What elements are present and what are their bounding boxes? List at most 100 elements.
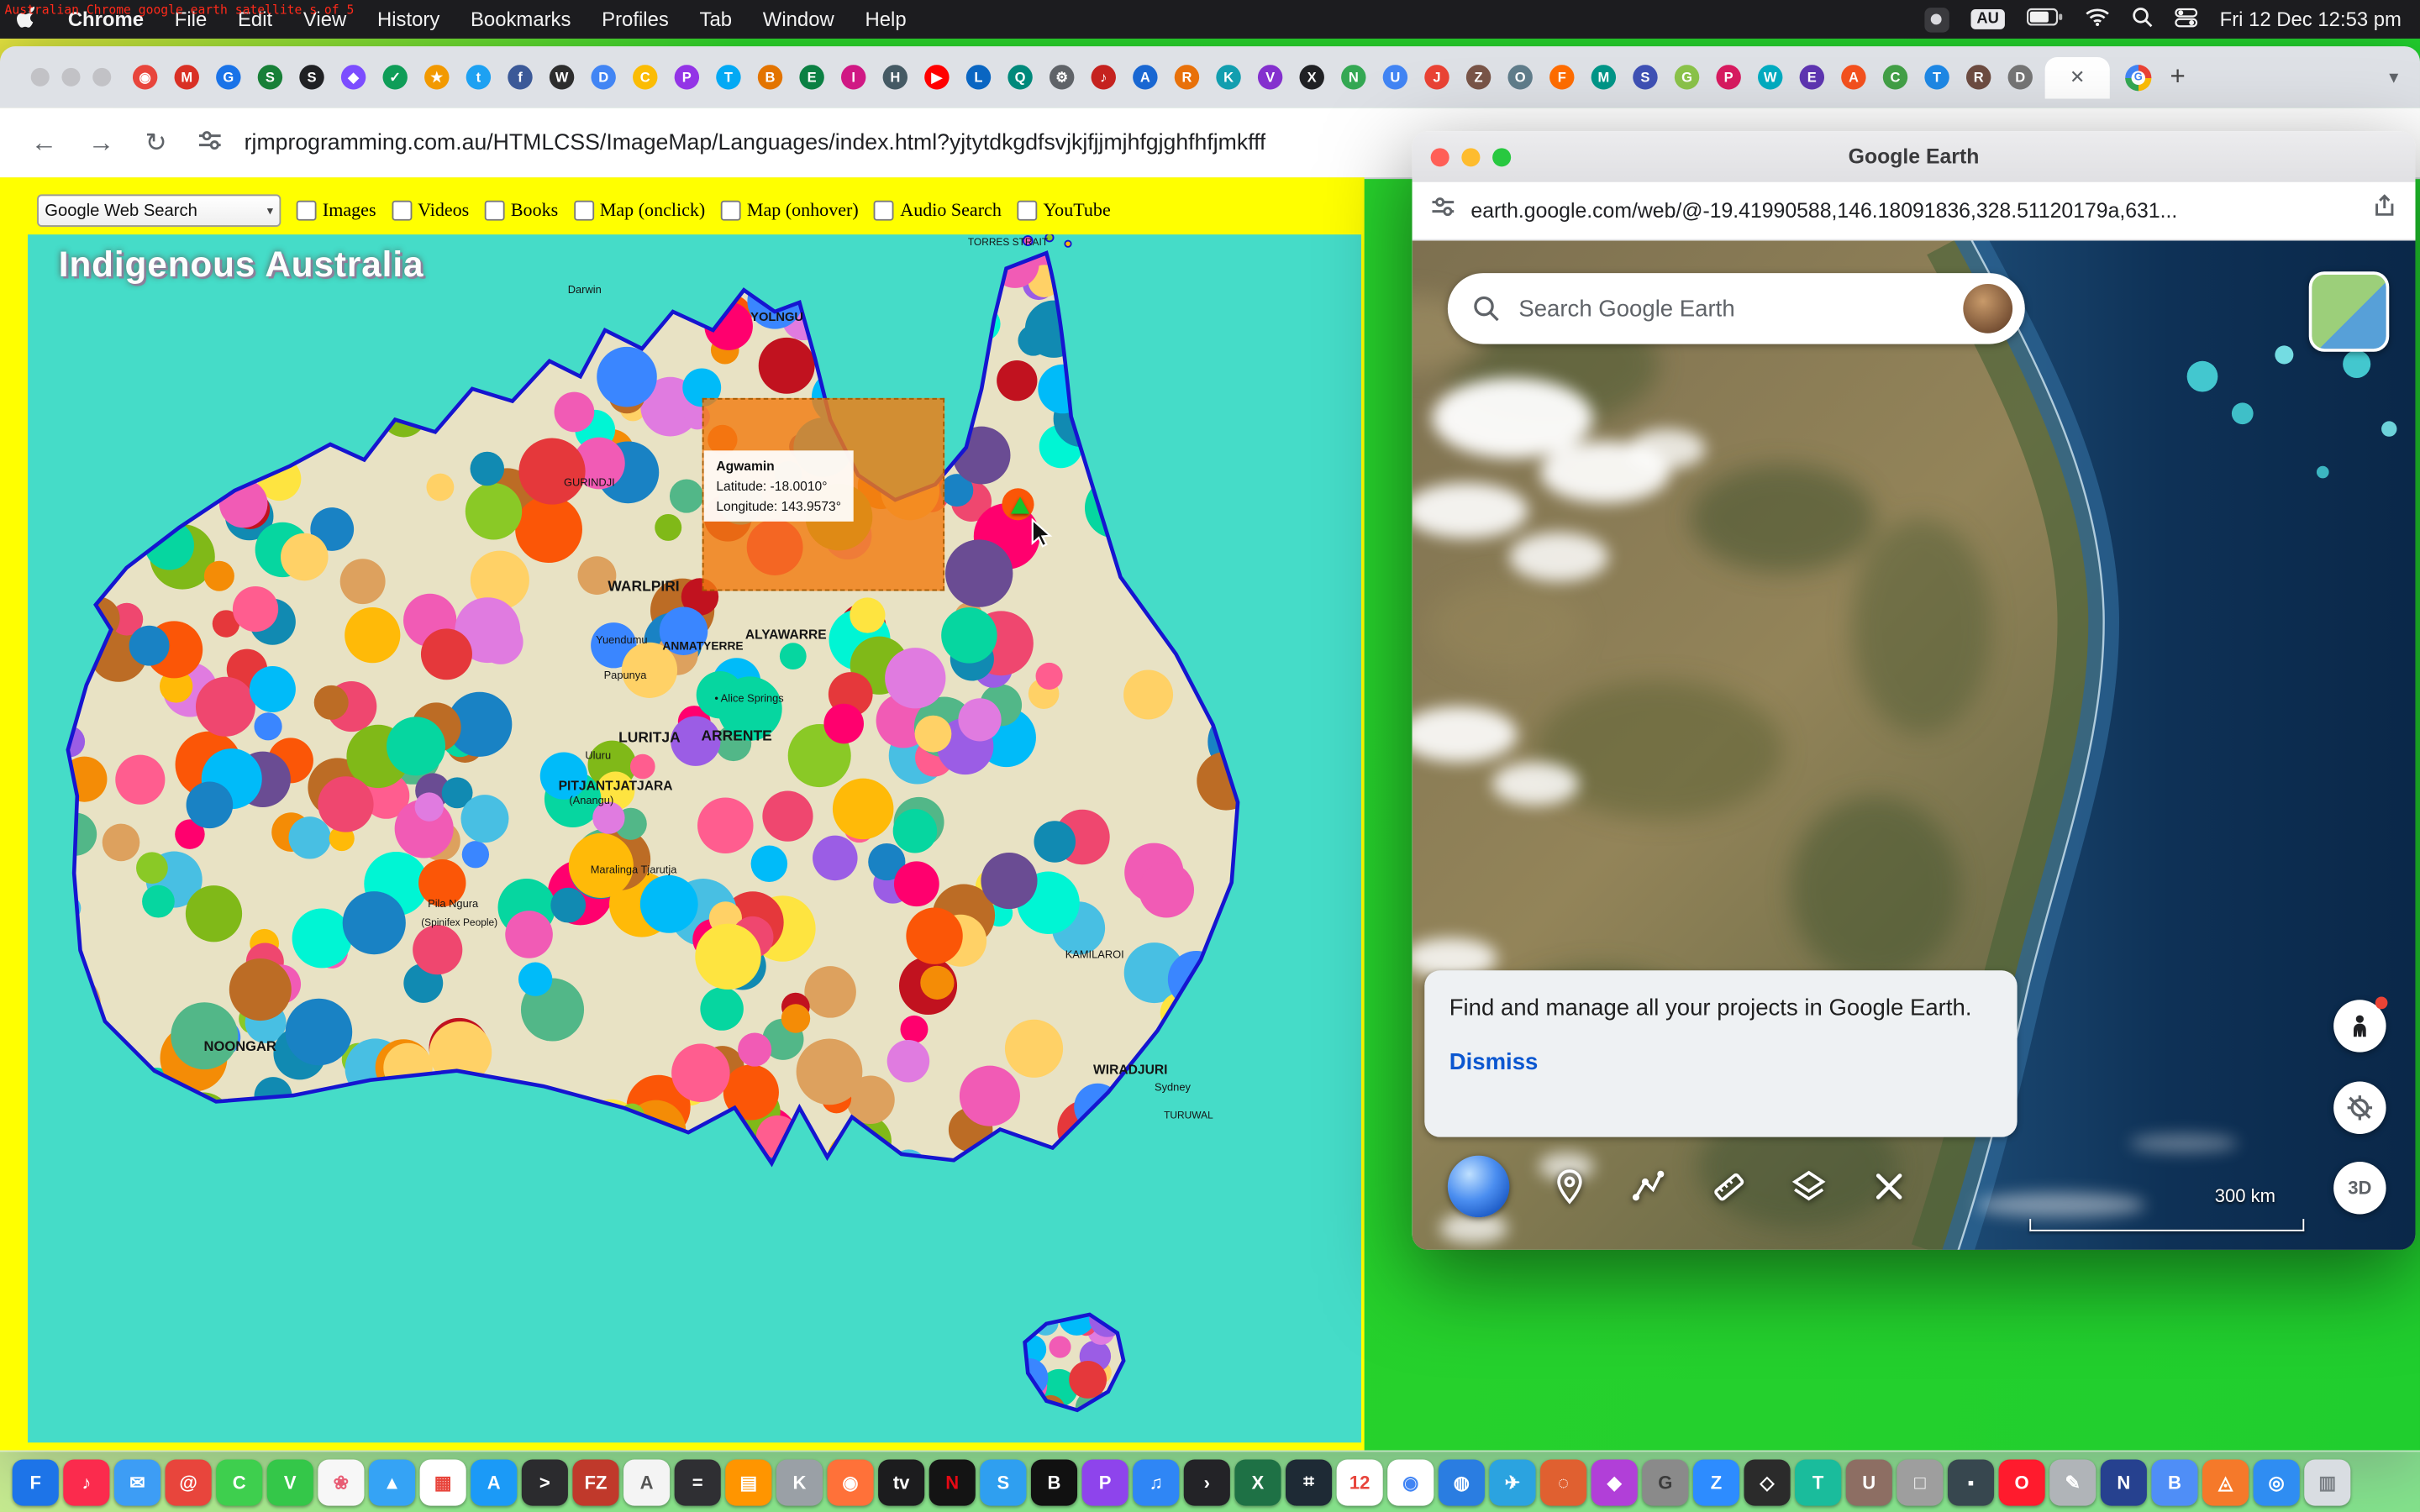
dock-icon-textedit[interactable]: A <box>623 1459 670 1505</box>
browser-tab-favicon[interactable]: ★ <box>424 65 449 89</box>
checkbox-images[interactable]: Images <box>297 199 376 223</box>
checkbox-box[interactable] <box>721 201 741 221</box>
placemark-pin-icon[interactable] <box>1551 1168 1588 1205</box>
browser-tab-favicon[interactable]: C <box>633 65 657 89</box>
checkbox-box[interactable] <box>1017 201 1037 221</box>
dock-icon-shortcuts[interactable]: S <box>980 1459 1026 1505</box>
dock-icon-music[interactable]: ♪ <box>63 1459 109 1505</box>
dock-icon-blender[interactable]: ◬ <box>2202 1459 2249 1505</box>
browser-tab-favicon[interactable]: S <box>258 65 282 89</box>
indigenous-australia-map[interactable]: Indigenous Australia TORRES STRAITDarwin… <box>28 234 1361 1442</box>
checkbox-box[interactable] <box>574 201 594 221</box>
dock-icon-pencil-app[interactable]: ✎ <box>2049 1459 2096 1505</box>
browser-tab-favicon[interactable]: J <box>1424 65 1449 89</box>
browser-tab-favicon[interactable]: ◆ <box>341 65 366 89</box>
dock-icon-keychain[interactable]: K <box>776 1459 823 1505</box>
browser-tab-favicon[interactable]: M <box>1591 65 1616 89</box>
menu-item-chrome[interactable]: Chrome <box>52 8 159 31</box>
dock-icon-blue-tool[interactable]: B <box>2151 1459 2197 1505</box>
browser-tab-favicon[interactable]: O <box>1507 65 1532 89</box>
dock-icon-vscode[interactable]: ⌗ <box>1286 1459 1332 1505</box>
menu-item-history[interactable]: History <box>362 8 455 31</box>
browser-tab-favicon[interactable]: E <box>1800 65 1824 89</box>
checkbox-videos[interactable]: Videos <box>392 199 469 223</box>
browser-tab-favicon[interactable]: F <box>1549 65 1574 89</box>
google-tab-favicon[interactable]: G <box>2125 64 2151 90</box>
browser-tab-favicon[interactable]: U <box>1383 65 1407 89</box>
browser-tab-favicon[interactable]: A <box>1841 65 1865 89</box>
zoom-window-button[interactable] <box>92 68 111 87</box>
menu-item-view[interactable]: View <box>288 8 362 31</box>
checkbox-box[interactable] <box>297 201 317 221</box>
checkbox-audio-search[interactable]: Audio Search <box>874 199 1002 223</box>
control-center-icon[interactable] <box>2175 7 2198 31</box>
apple-menu-icon[interactable] <box>0 5 52 34</box>
back-icon[interactable]: ← <box>31 128 57 159</box>
dock-icon-bbedit[interactable]: B <box>1031 1459 1077 1505</box>
browser-tab-favicon[interactable]: E <box>799 65 823 89</box>
browser-tab-favicon[interactable]: D <box>591 65 615 89</box>
browser-tab-favicon[interactable]: ✓ <box>383 65 408 89</box>
dock-icon-finder[interactable]: F <box>13 1459 59 1505</box>
browser-tab-favicon[interactable]: G <box>1675 65 1699 89</box>
browser-tab-favicon[interactable]: T <box>716 65 740 89</box>
dock-icon-pixelmator[interactable]: ◆ <box>1591 1459 1638 1505</box>
open-in-browser-icon[interactable] <box>2372 194 2396 227</box>
browser-tab-favicon[interactable]: Q <box>1007 65 1032 89</box>
dock-icon-photos[interactable]: ❀ <box>318 1459 364 1505</box>
browser-tab-favicon[interactable]: Z <box>1466 65 1491 89</box>
browser-tab-favicon[interactable]: ⚙ <box>1050 65 1074 89</box>
map-style-button[interactable] <box>2309 271 2390 352</box>
checkbox-youtube[interactable]: YouTube <box>1017 199 1110 223</box>
menubar-app-icon[interactable] <box>1924 7 1949 31</box>
dock-icon-books[interactable]: ▤ <box>725 1459 771 1505</box>
address-bar[interactable]: rjmprogramming.com.au/HTMLCSS/ImageMap/L… <box>245 130 1266 155</box>
menu-bar-clock[interactable]: Fri 12 Dec 12:53 pm <box>2220 8 2402 31</box>
dock-icon-podcasts[interactable]: P <box>1082 1459 1128 1505</box>
search-type-select[interactable]: Google Web Search ▾ <box>37 194 281 227</box>
dock-icon-excel[interactable]: X <box>1234 1459 1281 1505</box>
browser-tab-favicon[interactable]: G <box>216 65 240 89</box>
browser-tab-favicon[interactable]: H <box>883 65 908 89</box>
browser-tab-favicon[interactable]: ▶ <box>924 65 949 89</box>
measure-ruler-icon[interactable] <box>1710 1168 1747 1205</box>
active-tab[interactable]: ✕ <box>2045 56 2110 98</box>
browser-tab-favicon[interactable]: K <box>1216 65 1240 89</box>
draw-path-icon[interactable] <box>1630 1168 1667 1205</box>
battery-icon[interactable] <box>2027 8 2064 31</box>
dock-icon-facetime[interactable]: V <box>267 1459 313 1505</box>
browser-tab-favicon[interactable]: D <box>2008 65 2033 89</box>
browser-tab-favicon[interactable]: A <box>1133 65 1157 89</box>
dock-icon-calendar-dec-12[interactable]: 12 <box>1337 1459 1383 1505</box>
menu-item-window[interactable]: Window <box>747 8 850 31</box>
dock-icon-android-studio[interactable]: ◇ <box>1744 1459 1791 1505</box>
dock-icon-maps[interactable]: ▲ <box>369 1459 415 1505</box>
checkbox-box[interactable] <box>485 201 505 221</box>
dismiss-link[interactable]: Dismiss <box>1449 1049 1993 1075</box>
layers-icon[interactable] <box>1791 1168 1828 1205</box>
dock-icon-telegram[interactable]: ✈ <box>1489 1459 1535 1505</box>
dock-icon-calculator[interactable]: = <box>675 1459 721 1505</box>
browser-tab-favicon[interactable]: W <box>1758 65 1782 89</box>
browser-tab-favicon[interactable]: M <box>175 65 199 89</box>
browser-tab-favicon[interactable]: N <box>1341 65 1365 89</box>
browser-tab-favicon[interactable]: R <box>1175 65 1199 89</box>
forward-icon[interactable]: → <box>88 128 114 159</box>
browser-tab-favicon[interactable]: S <box>299 65 324 89</box>
reload-icon[interactable]: ↻ <box>145 128 167 159</box>
dock-icon-itunes[interactable]: ♫ <box>1133 1459 1179 1505</box>
earth-address-bar[interactable]: earth.google.com/web/@-19.41990588,146.1… <box>1470 199 2372 223</box>
site-controls-icon[interactable] <box>1431 194 1455 227</box>
dock-icon-filezilla[interactable]: FZ <box>572 1459 618 1505</box>
checkbox-map-onclick-[interactable]: Map (onclick) <box>574 199 706 223</box>
globe-button[interactable] <box>1448 1156 1509 1217</box>
dock-icon-messages[interactable]: C <box>216 1459 262 1505</box>
dock-icon-app-store[interactable]: A <box>471 1459 517 1505</box>
new-tab-button[interactable]: + <box>2170 61 2185 92</box>
dock-icon-iterm[interactable]: › <box>1184 1459 1230 1505</box>
browser-tab-favicon[interactable]: T <box>1924 65 1949 89</box>
browser-tab-favicon[interactable]: ◉ <box>133 65 157 89</box>
browser-tab-favicon[interactable]: V <box>1258 65 1282 89</box>
dock-icon-netflix[interactable]: N <box>929 1459 976 1505</box>
browser-tab-favicon[interactable]: f <box>508 65 532 89</box>
